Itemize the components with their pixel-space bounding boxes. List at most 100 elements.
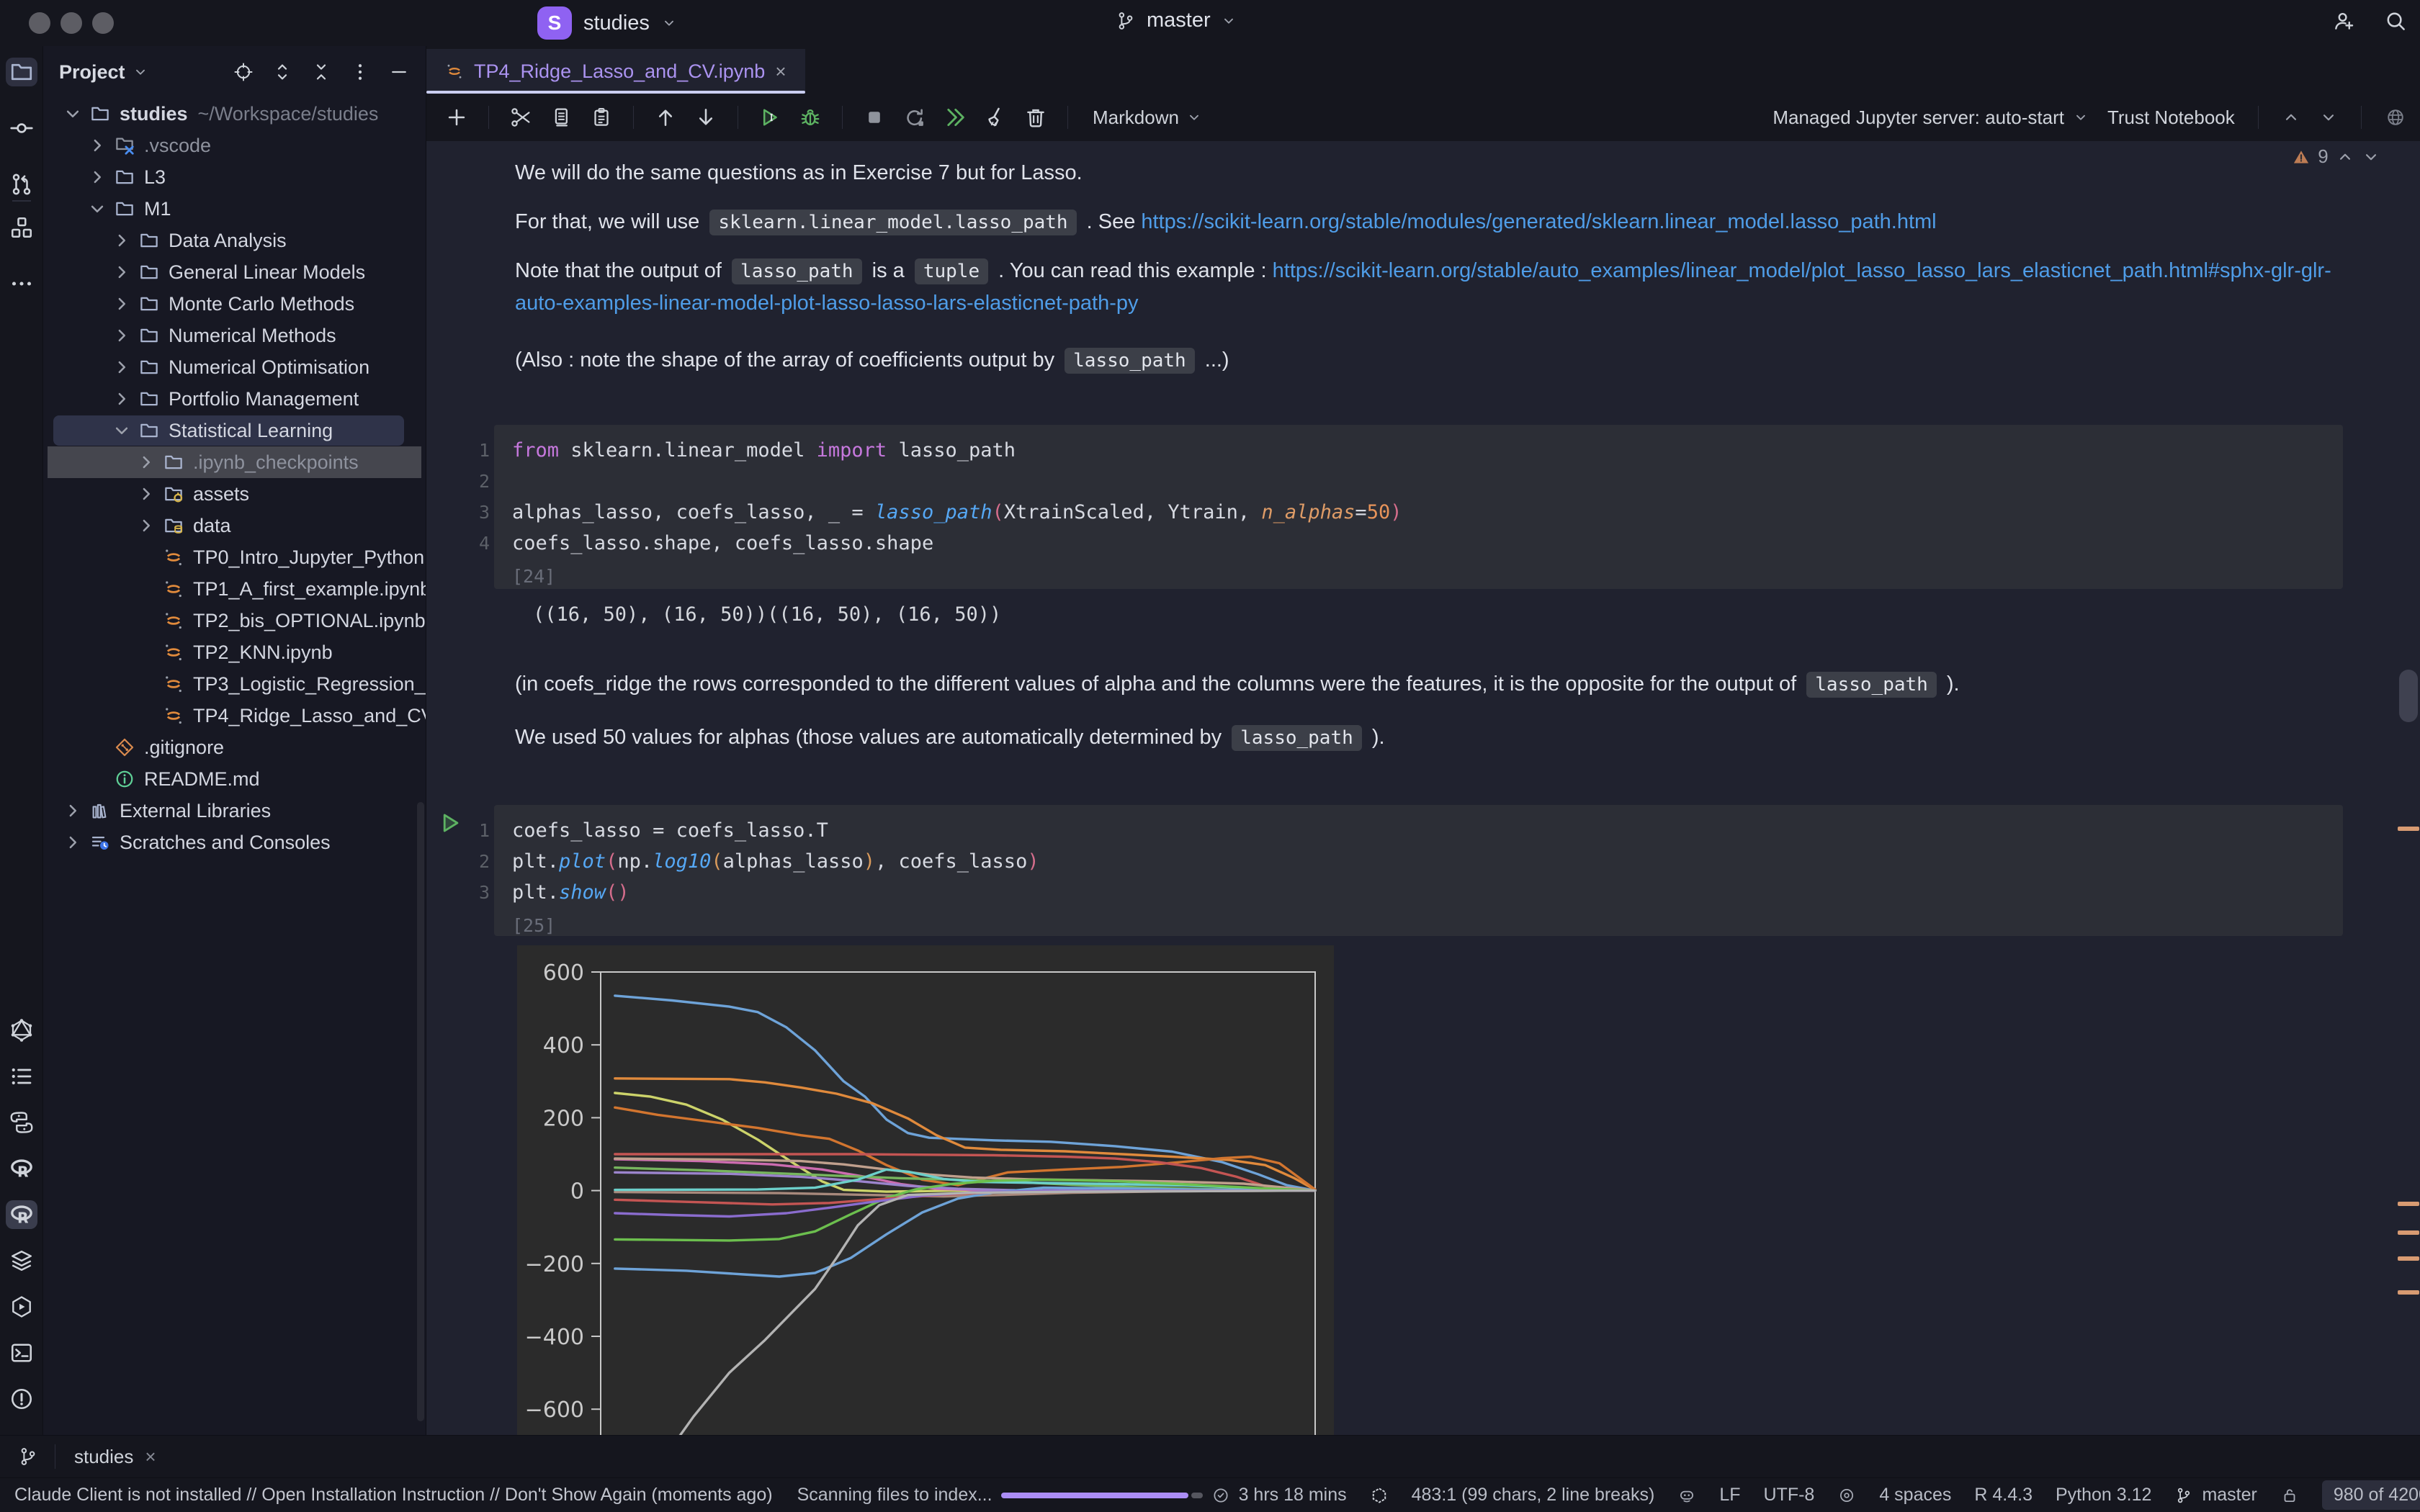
markdown-link[interactable]: https://scikit-learn.org/stable/modules/… xyxy=(1141,210,1936,233)
tree-item-external-libraries[interactable]: External Libraries xyxy=(43,795,426,827)
file-encoding[interactable]: UTF-8 xyxy=(1764,1485,1815,1506)
minimize-window-button[interactable] xyxy=(60,12,82,34)
tree-item-tp4-ridge-lasso-and-cv-ip[interactable]: TP4_Ridge_Lasso_and_CV.ip xyxy=(43,700,426,732)
restart-kernel-button[interactable] xyxy=(902,104,928,130)
line-separator[interactable]: LF xyxy=(1719,1485,1740,1506)
project-scrollbar[interactable] xyxy=(417,802,424,1421)
hexagon-status-icon[interactable] xyxy=(1370,1486,1389,1505)
tree-item-l3[interactable]: L3 xyxy=(43,161,426,193)
highlighting-level-icon[interactable] xyxy=(1837,1486,1856,1505)
chevron-down-icon[interactable] xyxy=(133,64,148,80)
tree-item-numerical-optimisation[interactable]: Numerical Optimisation xyxy=(43,351,426,383)
tree-item-tp0-intro-jupyter-python-ip[interactable]: TP0_Intro_Jupyter_Python.ip xyxy=(43,541,426,573)
error-stripe-mark[interactable] xyxy=(2398,1202,2419,1206)
chevron-down-icon[interactable] xyxy=(111,420,133,441)
tool-pull-requests-button[interactable] xyxy=(6,170,37,199)
collapse-all-icon[interactable] xyxy=(310,61,332,83)
tool-structure-button[interactable] xyxy=(6,213,37,242)
copilot-icon[interactable] xyxy=(1677,1486,1696,1505)
cell-type-dropdown[interactable]: Markdown xyxy=(1093,107,1202,129)
git-branch-status[interactable]: master xyxy=(2174,1485,2257,1506)
search-everywhere-icon[interactable] xyxy=(2383,9,2408,33)
tree-item-numerical-methods[interactable]: Numerical Methods xyxy=(43,320,426,351)
tool-python-packages-button[interactable] xyxy=(6,1108,37,1137)
tool-terminal-button[interactable] xyxy=(6,1338,37,1367)
session-duration[interactable]: 3 hrs 18 mins xyxy=(1211,1485,1347,1506)
tool-services-button[interactable] xyxy=(6,1292,37,1321)
tree-item-portfolio-management[interactable]: Portfolio Management xyxy=(43,383,426,415)
tool-todo-button[interactable] xyxy=(6,1062,37,1091)
maximize-window-button[interactable] xyxy=(92,12,114,34)
cell-code[interactable]: coefs_lasso = coefs_lasso.Tplt.plot(np.l… xyxy=(494,805,2343,936)
error-stripe-mark[interactable] xyxy=(2398,1230,2419,1235)
caret-position[interactable]: 483:1 (99 chars, 2 line breaks) xyxy=(1412,1485,1655,1506)
prev-cell-icon[interactable] xyxy=(2282,108,2300,127)
status-message[interactable]: Claude Client is not installed // Open I… xyxy=(14,1485,773,1506)
chevron-right-icon[interactable] xyxy=(86,166,108,188)
tool-layers-button[interactable] xyxy=(6,1246,37,1275)
chevron-down-icon[interactable] xyxy=(86,198,108,220)
memory-indicator[interactable]: 980 of 4200M xyxy=(2322,1480,2420,1510)
tree-item-monte-carlo-methods[interactable]: Monte Carlo Methods xyxy=(43,288,426,320)
editor-scrollbar-thumb[interactable] xyxy=(2399,670,2418,722)
chevron-right-icon[interactable] xyxy=(135,483,157,505)
move-cell-up-button[interactable] xyxy=(653,104,678,130)
next-cell-icon[interactable] xyxy=(2319,108,2338,127)
traffic-lights[interactable] xyxy=(0,12,114,34)
tree-item--vscode[interactable]: .vscode xyxy=(43,130,426,161)
tree-item--gitignore[interactable]: .gitignore xyxy=(43,732,426,763)
tree-item-data-analysis[interactable]: Data Analysis xyxy=(43,225,426,256)
error-stripe-mark[interactable] xyxy=(2398,1290,2419,1295)
error-stripe-mark[interactable] xyxy=(2398,827,2419,831)
python-interpreter[interactable]: Python 3.12 xyxy=(2056,1485,2151,1506)
run-all-button[interactable] xyxy=(942,104,968,130)
tree-item-readme-md[interactable]: README.md xyxy=(43,763,426,795)
chevron-right-icon[interactable] xyxy=(111,388,133,410)
chevron-right-icon[interactable] xyxy=(111,356,133,378)
tree-item-tp3-logistic-regression-ar[interactable]: TP3_Logistic_Regression_ar xyxy=(43,668,426,700)
tree-item-assets[interactable]: assets xyxy=(43,478,426,510)
tree-item-scratches-and-consoles[interactable]: Scratches and Consoles xyxy=(43,827,426,858)
chevron-down-icon[interactable] xyxy=(62,103,84,125)
chevron-right-icon[interactable] xyxy=(111,230,133,251)
close-tab-icon[interactable]: × xyxy=(775,60,786,83)
chevron-right-icon[interactable] xyxy=(62,800,84,822)
chevron-right-icon[interactable] xyxy=(62,832,84,853)
tree-item-tp2-bis-optional-ipynb[interactable]: TP2_bis_OPTIONAL.ipynb xyxy=(43,605,426,636)
error-stripe-mark[interactable] xyxy=(2398,1256,2419,1261)
delete-cell-button[interactable] xyxy=(1023,104,1049,130)
tree-item-general-linear-models[interactable]: General Linear Models xyxy=(43,256,426,288)
cell-code[interactable]: from sklearn.linear_model import lasso_p… xyxy=(494,425,2343,589)
tab-notebook[interactable]: TP4_Ridge_Lasso_and_CV.ipynb × xyxy=(426,49,805,94)
locate-file-icon[interactable] xyxy=(233,61,254,83)
run-cell-button[interactable] xyxy=(757,104,783,130)
tool-r-graphics-button-active[interactable] xyxy=(6,1200,37,1229)
stop-kernel-button[interactable] xyxy=(861,104,887,130)
code-with-me-add-user-icon[interactable] xyxy=(2331,9,2356,33)
panel-options-kebab-icon[interactable] xyxy=(349,61,371,83)
notebook-editor[interactable]: 9 We will do the same questions as in Ex… xyxy=(426,141,2420,1435)
copy-cell-button[interactable] xyxy=(548,104,574,130)
chevron-right-icon[interactable] xyxy=(86,135,108,156)
chevron-right-icon[interactable] xyxy=(135,515,157,536)
bottom-tab-studies[interactable]: studies × xyxy=(74,1446,156,1468)
code-cell[interactable]: 1234 from sklearn.linear_model import la… xyxy=(426,425,2343,589)
indent-size[interactable]: 4 spaces xyxy=(1879,1485,1951,1506)
tree-item-studies[interactable]: studies~/Workspace/studies xyxy=(43,98,426,130)
chevron-right-icon[interactable] xyxy=(111,325,133,346)
r-interpreter[interactable]: R 4.4.3 xyxy=(1974,1485,2033,1506)
tool-graphql-button[interactable] xyxy=(6,1016,37,1045)
debug-cell-button[interactable] xyxy=(797,104,823,130)
expand-all-icon[interactable] xyxy=(272,61,293,83)
tree-item-tp1-a-first-example-ipynb[interactable]: TP1_A_first_example.ipynb xyxy=(43,573,426,605)
project-panel-title[interactable]: Project xyxy=(59,61,125,84)
tree-item-m1[interactable]: M1 xyxy=(43,193,426,225)
tree-item--ipynb-checkpoints[interactable]: .ipynb_checkpoints xyxy=(43,446,426,478)
cut-cell-button[interactable] xyxy=(508,104,534,130)
tool-project-button[interactable] xyxy=(6,58,37,86)
lock-icon[interactable] xyxy=(2280,1486,2299,1505)
tool-commit-button[interactable] xyxy=(6,114,37,143)
code-cell[interactable]: 123 coefs_lasso = coefs_lasso.Tplt.plot(… xyxy=(426,805,2343,936)
tree-item-statistical-learning[interactable]: Statistical Learning xyxy=(43,415,426,446)
jupyter-server-dropdown[interactable]: Managed Jupyter server: auto-start xyxy=(1773,107,2089,129)
